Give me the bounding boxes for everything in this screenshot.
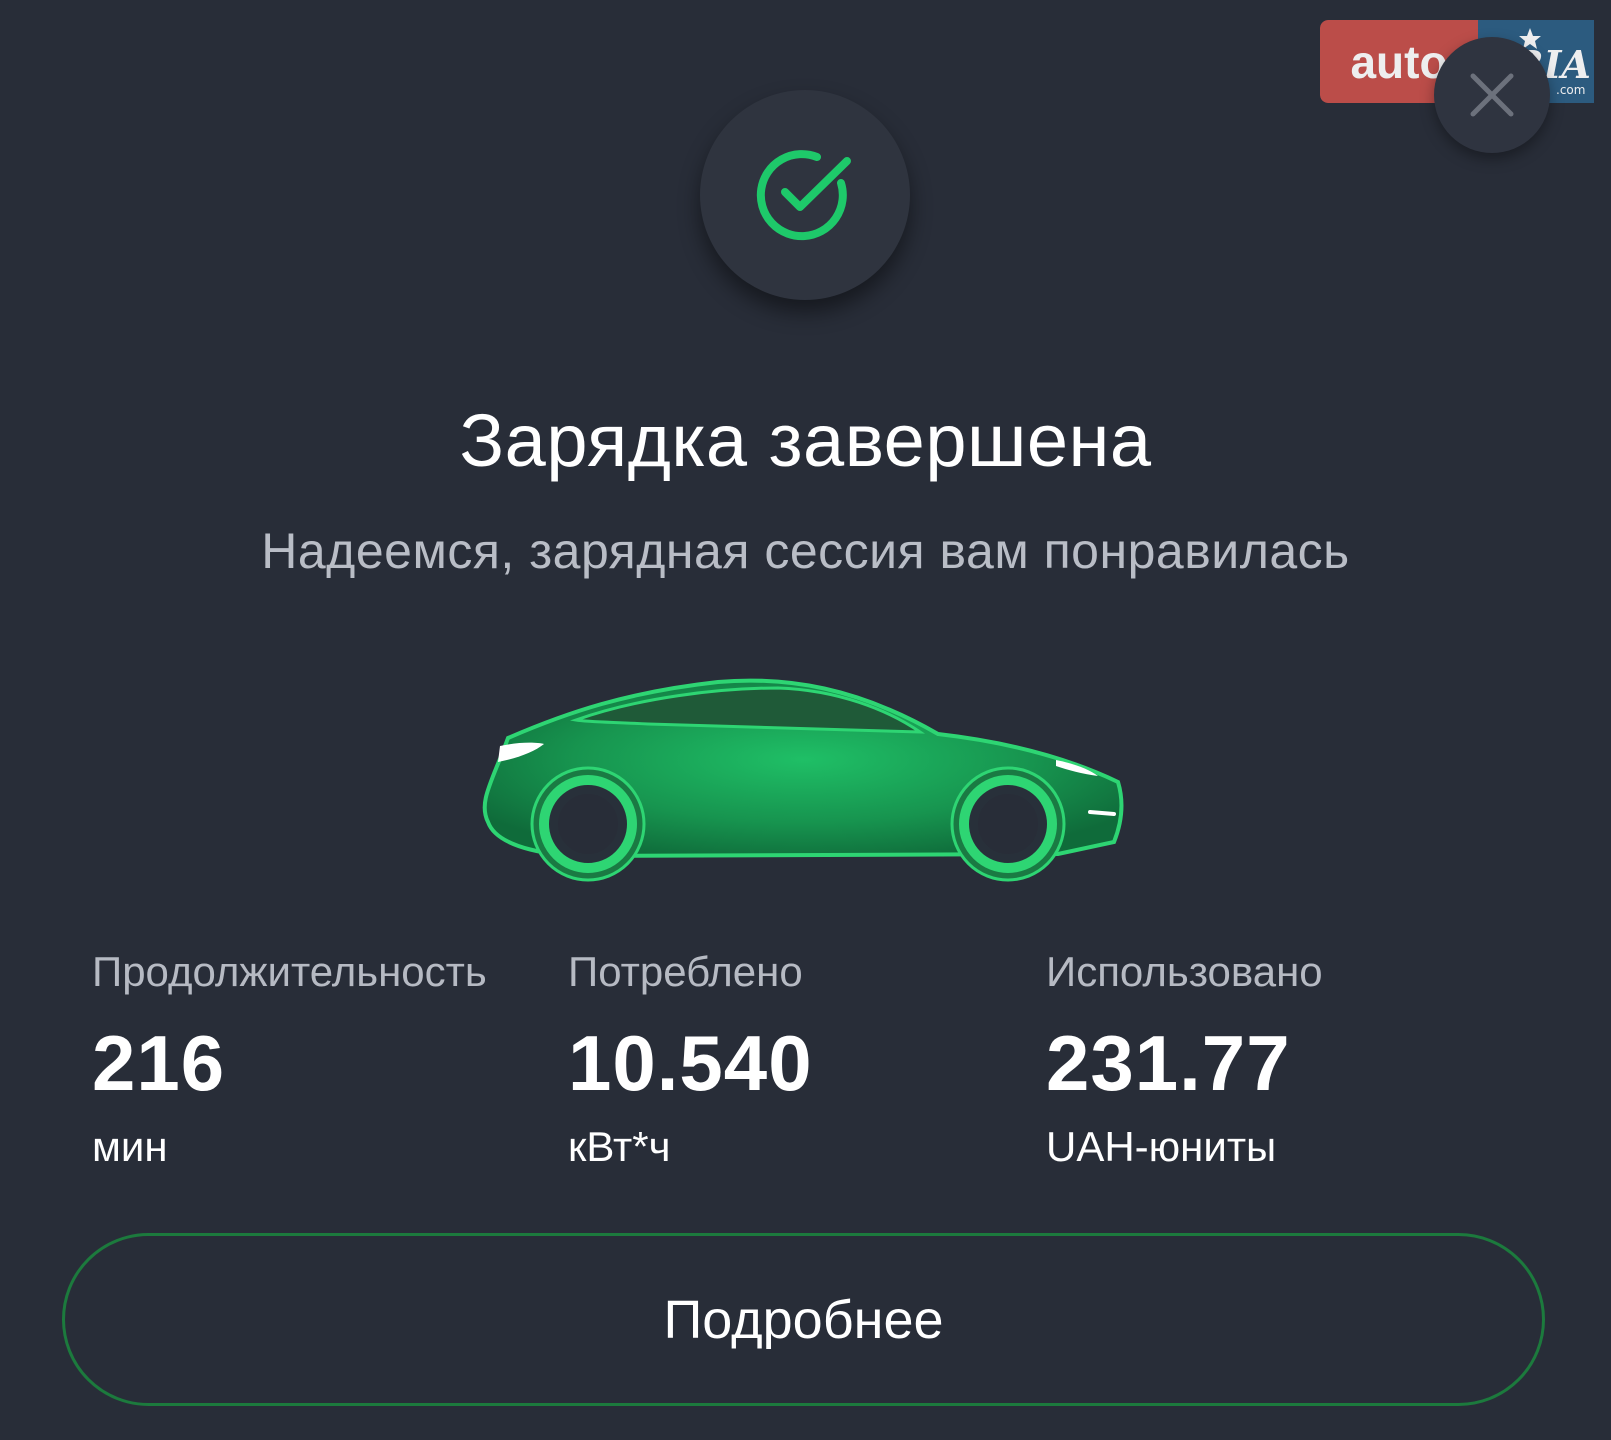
stat-duration-value: 216 <box>92 1019 226 1107</box>
close-icon <box>1470 73 1514 117</box>
stat-duration: Продолжительность 216 мин <box>92 948 487 1171</box>
page-title: Зарядка завершена <box>459 399 1152 482</box>
stat-duration-unit: мин <box>92 1123 168 1170</box>
stat-consumed: Потреблено 10.540 кВт*ч <box>568 948 813 1171</box>
details-button[interactable]: Подробнее <box>62 1233 1545 1406</box>
stat-used: Использовано 231.77 UAH-юниты <box>1046 948 1323 1171</box>
success-status <box>700 90 910 300</box>
stat-consumed-label: Потреблено <box>568 948 803 995</box>
page-subtitle: Надеемся, зарядная сессия вам понравилас… <box>261 523 1350 579</box>
stat-consumed-unit: кВт*ч <box>568 1123 671 1170</box>
details-button-label: Подробнее <box>663 1289 944 1350</box>
stat-consumed-value: 10.540 <box>568 1019 813 1107</box>
stat-used-value: 231.77 <box>1046 1019 1291 1107</box>
watermark-domain-text: .com <box>1556 83 1585 97</box>
car-icon <box>478 672 1138 897</box>
stat-used-unit: UAH-юниты <box>1046 1123 1277 1170</box>
stat-duration-label: Продолжительность <box>92 948 487 995</box>
check-circle-icon <box>756 150 851 241</box>
stat-used-label: Использовано <box>1046 948 1323 995</box>
close-button[interactable] <box>1434 37 1550 153</box>
